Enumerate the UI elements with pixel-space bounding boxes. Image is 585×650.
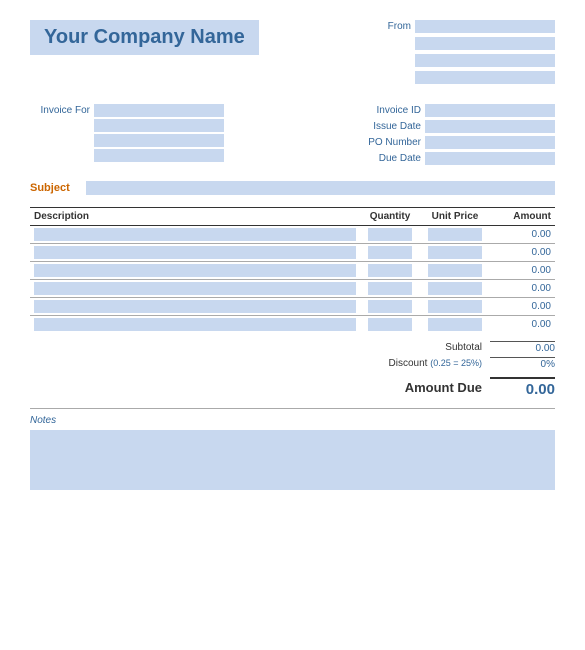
discount-label: Discount (0.25 = 25%): [352, 358, 482, 369]
col-quantity: Quantity: [360, 208, 420, 226]
up-cell-2[interactable]: [420, 262, 490, 280]
notes-section: Notes: [30, 408, 555, 490]
col-description: Description: [30, 208, 360, 226]
invoice-for-label: Invoice For: [30, 105, 90, 116]
amt-cell-4: 0.00: [490, 298, 555, 316]
invoice-table: Description Quantity Unit Price Amount 0…: [30, 207, 555, 333]
desc-cell-0[interactable]: [30, 226, 360, 244]
table-row: 0.00: [30, 298, 555, 316]
invoice-id-row: Invoice ID: [351, 104, 555, 117]
subtotal-row: Subtotal 0.00: [275, 341, 555, 354]
subject-row: Subject: [30, 181, 555, 195]
subtotal-label: Subtotal: [352, 342, 482, 353]
qty-cell-1[interactable]: [360, 244, 420, 262]
client-addr2-field[interactable]: [94, 134, 224, 147]
qty-cell-2[interactable]: [360, 262, 420, 280]
from-address2-row: [388, 54, 555, 67]
up-cell-0[interactable]: [420, 226, 490, 244]
client-city-field[interactable]: [94, 149, 224, 162]
up-cell-1[interactable]: [420, 244, 490, 262]
client-addr2-row: [30, 134, 224, 147]
due-date-row: Due Date: [351, 152, 555, 165]
issue-date-row: Issue Date: [351, 120, 555, 133]
notes-label: Notes: [30, 415, 555, 426]
table-row: 0.00: [30, 280, 555, 298]
po-number-label: PO Number: [351, 137, 421, 148]
qty-cell-5[interactable]: [360, 316, 420, 333]
issue-date-label: Issue Date: [351, 121, 421, 132]
subtotal-value: 0.00: [490, 341, 555, 354]
qty-cell-0[interactable]: [360, 226, 420, 244]
from-address1-row: [388, 37, 555, 50]
amount-due-label: Amount Due: [352, 380, 482, 395]
desc-cell-2[interactable]: [30, 262, 360, 280]
from-section: From: [388, 20, 555, 86]
amt-cell-5: 0.00: [490, 316, 555, 333]
amount-due-row: Amount Due 0.00: [275, 377, 555, 398]
up-cell-5[interactable]: [420, 316, 490, 333]
client-section: Invoice For: [30, 104, 224, 165]
po-number-row: PO Number: [351, 136, 555, 149]
client-addr1-field[interactable]: [94, 119, 224, 132]
client-name-row: Invoice For: [30, 104, 224, 117]
up-cell-3[interactable]: [420, 280, 490, 298]
from-city-row: [388, 71, 555, 84]
invoice-details-section: Invoice ID Issue Date PO Number Due Date: [351, 104, 555, 165]
from-name-field[interactable]: [415, 20, 555, 33]
discount-row: Discount (0.25 = 25%) 0%: [275, 357, 555, 370]
client-name-field[interactable]: [94, 104, 224, 117]
invoice-id-label: Invoice ID: [351, 105, 421, 116]
company-name[interactable]: Your Company Name: [30, 20, 259, 55]
invoice-page: Your Company Name From Invoice For: [0, 0, 585, 650]
col-unit-price: Unit Price: [420, 208, 490, 226]
up-cell-4[interactable]: [420, 298, 490, 316]
amt-cell-2: 0.00: [490, 262, 555, 280]
from-label: From: [388, 21, 411, 32]
discount-pct: (0.25 = 25%): [430, 358, 482, 368]
subject-field[interactable]: [86, 181, 555, 195]
desc-cell-3[interactable]: [30, 280, 360, 298]
desc-cell-4[interactable]: [30, 298, 360, 316]
table-row: 0.00: [30, 244, 555, 262]
table-row: 0.00: [30, 262, 555, 280]
qty-cell-4[interactable]: [360, 298, 420, 316]
table-header-row: Description Quantity Unit Price Amount: [30, 208, 555, 226]
invoice-id-field[interactable]: [425, 104, 555, 117]
invoice-header: Your Company Name From: [30, 20, 555, 86]
from-address1-field[interactable]: [415, 37, 555, 50]
totals-section: Subtotal 0.00 Discount (0.25 = 25%) 0% A…: [30, 341, 555, 398]
col-amount: Amount: [490, 208, 555, 226]
notes-field[interactable]: [30, 430, 555, 490]
amt-cell-3: 0.00: [490, 280, 555, 298]
from-city-field[interactable]: [415, 71, 555, 84]
client-addr1-row: [30, 119, 224, 132]
from-address2-field[interactable]: [415, 54, 555, 67]
from-name-row: From: [388, 20, 555, 33]
amount-due-value: 0.00: [490, 377, 555, 398]
amt-cell-1: 0.00: [490, 244, 555, 262]
table-row: 0.00: [30, 226, 555, 244]
issue-date-field[interactable]: [425, 120, 555, 133]
amt-cell-0: 0.00: [490, 226, 555, 244]
info-section: Invoice For Invoice ID Issue Da: [30, 104, 555, 165]
due-date-label: Due Date: [351, 153, 421, 164]
table-row: 0.00: [30, 316, 555, 333]
client-city-row: [30, 149, 224, 162]
due-date-field[interactable]: [425, 152, 555, 165]
subject-label: Subject: [30, 182, 78, 194]
desc-cell-5[interactable]: [30, 316, 360, 333]
po-number-field[interactable]: [425, 136, 555, 149]
discount-value: 0%: [490, 357, 555, 370]
qty-cell-3[interactable]: [360, 280, 420, 298]
desc-cell-1[interactable]: [30, 244, 360, 262]
